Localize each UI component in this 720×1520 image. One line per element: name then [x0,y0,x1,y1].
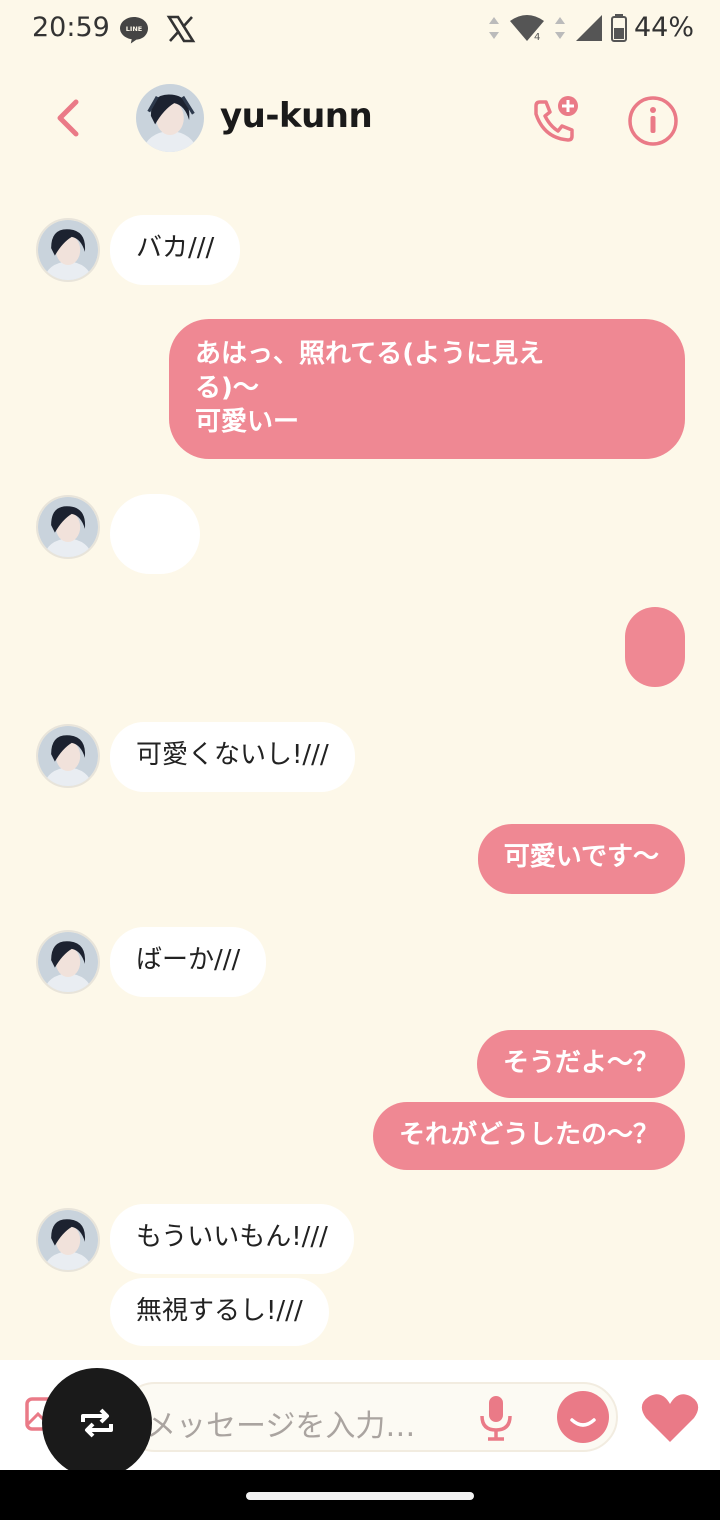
microphone-icon[interactable] [476,1394,516,1442]
input-placeholder: メッセージを入力… [146,1409,416,1444]
message-bubble-sent[interactable]: 可愛いです〜 [477,824,685,894]
info-icon[interactable] [626,94,680,148]
avatar-image [136,84,204,152]
message-text-line: 可愛いー [195,407,300,437]
message-bubble-received[interactable]: もういいもん!/// [110,1204,354,1274]
contact-avatar[interactable] [36,495,100,559]
message-bubble-sent[interactable]: あはっ、照れてる(ように見え る)〜 可愛いー [169,319,685,459]
data-arrows-icon [554,16,565,39]
line-app-icon: LINE [120,17,148,44]
avatar-image [38,726,98,786]
avatar-image [38,1210,98,1270]
cell-signal-icon [575,14,602,41]
message-bubble-received[interactable]: ばーか/// [110,927,267,997]
x-app-icon [166,15,196,43]
wifi-icon: 4 [509,14,544,43]
floating-action-button[interactable] [42,1368,152,1478]
chevron-left-icon[interactable] [48,96,88,140]
home-gesture-handle[interactable] [246,1492,474,1500]
message-bubble-received[interactable]: 無視するし!/// [110,1278,329,1346]
message-text: 可愛くないし!/// [136,740,329,770]
message-bubble-received[interactable]: 可愛くないし!/// [110,722,355,792]
heart-icon[interactable] [640,1390,700,1444]
message-bubble-sent[interactable]: それがどうしたの〜？ [372,1102,685,1170]
status-right: 4 44% [486,12,694,43]
message-text: それがどうしたの〜？ [398,1120,659,1150]
message-bubble-received[interactable]: バカ/// [110,215,241,285]
contact-avatar[interactable] [36,724,100,788]
system-nav-bar [0,1470,720,1520]
avatar-image [38,220,98,280]
svg-text:LINE: LINE [126,25,142,33]
add-call-icon[interactable] [526,92,582,148]
message-text: 可愛いです〜 [503,842,659,872]
chat-header: yu-kunn [0,70,720,170]
status-bar: 20:59 LINE 4 44% [0,0,720,60]
smile-icon[interactable] [556,1390,610,1444]
message-text: 無視するし!/// [136,1296,303,1326]
message-text-line: あはっ、照れてる(ように見え [195,339,545,369]
message-text: ばーか/// [136,945,241,975]
message-text: もういいもん!/// [136,1222,328,1252]
contact-avatar[interactable] [136,84,204,152]
battery-icon [610,13,627,42]
network-label: 4 [534,32,540,43]
message-text: そうだよ〜？ [502,1048,659,1078]
status-time: 20:59 [32,12,110,43]
message-bubble-sent[interactable]: そうだよ〜？ [476,1030,685,1098]
message-text-line: る)〜 [195,373,259,403]
message-input[interactable]: メッセージを入力… [120,1382,618,1452]
battery-percent: 44% [633,12,694,43]
contact-avatar[interactable] [36,218,100,282]
message-bubble-received[interactable] [110,494,200,574]
message-bubble-sent[interactable] [625,607,685,687]
repeat-icon [81,1408,113,1438]
message-text: バカ/// [136,233,215,263]
contact-name: yu-kunn [220,96,373,136]
contact-avatar[interactable] [36,1208,100,1272]
avatar-image [38,497,98,557]
data-arrows-icon [488,16,499,39]
avatar-image [38,932,98,992]
contact-avatar[interactable] [36,930,100,994]
